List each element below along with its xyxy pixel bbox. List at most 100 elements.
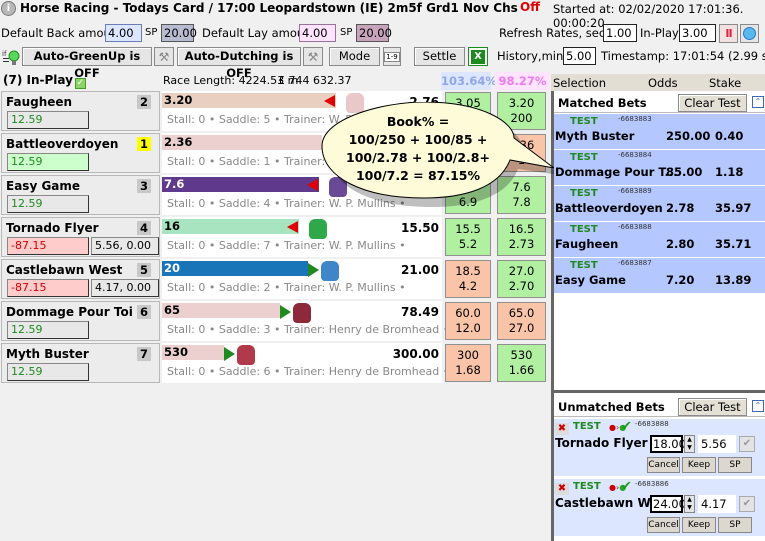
mode-button[interactable]: Mode xyxy=(329,47,380,66)
sp-bet-button[interactable]: SP xyxy=(718,457,752,473)
bet-id: -6683888 xyxy=(618,223,652,231)
runner-profit-loss[interactable]: 12.59 xyxy=(7,363,89,381)
if-rules-button[interactable]: if xyxy=(1,47,21,66)
inplay-check-icon: ✓ xyxy=(74,78,86,89)
unmatched-bets-title: Unmatched Bets xyxy=(558,400,665,414)
back-odds-cell[interactable]: 7.4 6.9 xyxy=(445,176,491,214)
bet-selection: Tornado Flyer xyxy=(555,436,648,450)
matched-bet[interactable]: TEST -6683889 Battleoverdoyen 2.78 35.97 xyxy=(554,186,765,221)
runner-profit-loss[interactable]: -87.15 xyxy=(7,279,89,297)
price-bar-label: 3.20 xyxy=(164,93,193,107)
back-odds-cell[interactable]: 300 1.68 xyxy=(445,344,491,382)
runner-profit-loss[interactable]: 12.59 xyxy=(7,111,89,129)
runner-info[interactable]: Castlebawn West 5 -87.15 4.17, 0.00 xyxy=(1,259,160,299)
back-odds-cell[interactable]: 60.0 12.0 xyxy=(445,302,491,340)
checkmark-icon: ✔ xyxy=(621,479,632,494)
lay-sp-input[interactable]: 20.00 xyxy=(356,24,392,42)
lay-odds-cell[interactable]: 16.5 2.73 xyxy=(497,218,546,256)
sp-bet-button[interactable]: SP xyxy=(718,517,752,533)
lay-odds-cell[interactable]: 3.20 200 xyxy=(497,92,546,130)
price-down-arrow-icon xyxy=(287,221,298,233)
default-lay-input[interactable]: 4.00 xyxy=(299,24,336,42)
total-matched: £ 744 632.37 xyxy=(278,74,352,87)
bet-stake-input[interactable]: 5.56 xyxy=(698,435,736,453)
runner-info[interactable]: Faugheen 2 12.59 xyxy=(1,91,160,131)
runner-position[interactable]: 4.17, 0.00 xyxy=(91,279,159,297)
bet-price-input[interactable]: 18.00 xyxy=(650,435,686,453)
runner-profit-loss[interactable]: 12.59 xyxy=(7,195,89,213)
delete-bet-icon[interactable]: ✖ xyxy=(555,423,569,435)
excel-export-button[interactable]: X xyxy=(468,47,488,66)
runner-details: Stall: 0 • Saddle: 5 • Trainer: W. P. Mu… xyxy=(167,113,406,126)
runner-profit-loss[interactable]: 12.59 xyxy=(7,321,89,339)
saddle-number: 4 xyxy=(137,221,151,235)
lay-odds-cell[interactable]: 7.6 7.8 xyxy=(497,176,546,214)
greenup-settings-button[interactable]: ⚒ xyxy=(154,47,174,66)
lay-odds-cell[interactable]: 530 1.66 xyxy=(497,344,546,382)
price-spinner[interactable]: ▲ ▼ xyxy=(684,435,695,453)
pause-button[interactable]: II xyxy=(719,24,738,43)
settle-button[interactable]: Settle xyxy=(414,47,465,66)
runner-details: Stall: 0 • Saddle: 4 • Trainer: W. P. Mu… xyxy=(167,197,406,210)
auto-greenup-button[interactable]: Auto-GreenUp is OFF xyxy=(22,47,152,80)
runner-info[interactable]: Easy Game 3 12.59 xyxy=(1,175,160,215)
runner-info[interactable]: Dommage Pour Toi 6 12.59 xyxy=(1,301,160,341)
inplay-label: (7) In-Play xyxy=(3,73,73,87)
bet-stake: 35.97 xyxy=(715,201,752,215)
lay-sp-label: SP xyxy=(340,27,353,38)
bet-odds: 2.80 xyxy=(666,237,695,251)
dutching-settings-button[interactable]: ⚒ xyxy=(303,47,323,66)
refresh-rate-input[interactable]: 1.00 xyxy=(603,24,637,42)
back-odds-cell[interactable]: 15.5 5.2 xyxy=(445,218,491,256)
keep-bet-button[interactable]: Keep xyxy=(682,517,716,533)
inplay-refresh-input[interactable]: 3.00 xyxy=(679,24,716,42)
default-back-input[interactable]: 4.00 xyxy=(105,24,142,42)
confirm-change-button[interactable]: ✔ xyxy=(739,496,755,512)
price-spinner[interactable]: ▲ ▼ xyxy=(684,495,695,513)
lay-odds-cell[interactable]: 2.36 1 xyxy=(497,134,546,172)
matched-bet[interactable]: TEST -6683884 Dommage Pour T... 85.00 1.… xyxy=(554,150,765,185)
cancel-bet-button[interactable]: Cancel xyxy=(647,457,680,473)
cancel-bet-button[interactable]: Cancel xyxy=(647,517,680,533)
bet-id: -6683884 xyxy=(618,151,652,159)
lay-odds-cell[interactable]: 65.0 27.0 xyxy=(497,302,546,340)
runner-info[interactable]: Myth Buster 7 12.59 xyxy=(1,343,160,383)
runner-name: Battleoverdoyen xyxy=(6,137,119,151)
collapse-up-icon[interactable]: ⌃ xyxy=(752,96,764,108)
confirm-change-button[interactable]: ✔ xyxy=(739,436,755,452)
back-odds-cell[interactable]: 18.5 4.2 xyxy=(445,260,491,298)
runner-name: Tornado Flyer xyxy=(6,221,99,235)
auto-dutching-button[interactable]: Auto-Dutching is OFF xyxy=(177,47,301,80)
lay-size: 200 xyxy=(510,111,533,125)
back-odds-cell[interactable]: 3.05 5 xyxy=(445,92,491,130)
keep-bet-button[interactable]: Keep xyxy=(682,457,716,473)
bet-odds: 7.20 xyxy=(666,273,695,287)
unmatched-bets-header: Unmatched Bets Clear Test ⌃ xyxy=(554,396,765,417)
matched-bet[interactable]: TEST -6683883 Myth Buster 250.00 0.40 xyxy=(554,114,765,149)
back-sp-input[interactable]: 20.00 xyxy=(161,24,197,42)
runner-profit-loss[interactable]: -87.15 xyxy=(7,237,89,255)
matched-bet[interactable]: TEST -6683888 Faugheen 2.80 35.71 xyxy=(554,222,765,257)
bet-stake-input[interactable]: 4.17 xyxy=(698,495,736,513)
unmatched-clear-test-button[interactable]: Clear Test xyxy=(678,398,747,416)
window-title: Horse Racing - Todays Card / 17:00 Leopa… xyxy=(20,1,518,15)
collapse-up-icon[interactable]: ⌃ xyxy=(752,400,764,412)
number-format-button[interactable]: 1-9 xyxy=(383,47,401,66)
back-odds-cell[interactable]: 2.34 21 xyxy=(445,134,491,172)
matched-clear-test-button[interactable]: Clear Test xyxy=(678,94,747,112)
runner-position[interactable]: 5.56, 0.00 xyxy=(91,237,159,255)
jockey-silk-icon xyxy=(293,303,311,323)
svg-text:if: if xyxy=(2,50,7,58)
matched-bet[interactable]: TEST -6683887 Easy Game 7.20 13.89 xyxy=(554,258,765,293)
lay-odds-cell[interactable]: 27.0 2.70 xyxy=(497,260,546,298)
runner-profit-loss[interactable]: 12.59 xyxy=(7,153,89,171)
delete-bet-icon[interactable]: ✖ xyxy=(555,483,569,495)
info-icon[interactable]: i xyxy=(1,1,16,16)
runner-info[interactable]: Battleoverdoyen 1 12.59 xyxy=(1,133,160,173)
bet-price-input[interactable]: 24.00 xyxy=(650,495,686,513)
back-size: 4.2 xyxy=(458,279,478,293)
history-input[interactable]: 5.00 xyxy=(563,47,596,65)
refresh-button[interactable] xyxy=(740,24,759,43)
price-bar-label: 65 xyxy=(164,303,181,317)
runner-info[interactable]: Tornado Flyer 4 -87.15 5.56, 0.00 xyxy=(1,217,160,257)
